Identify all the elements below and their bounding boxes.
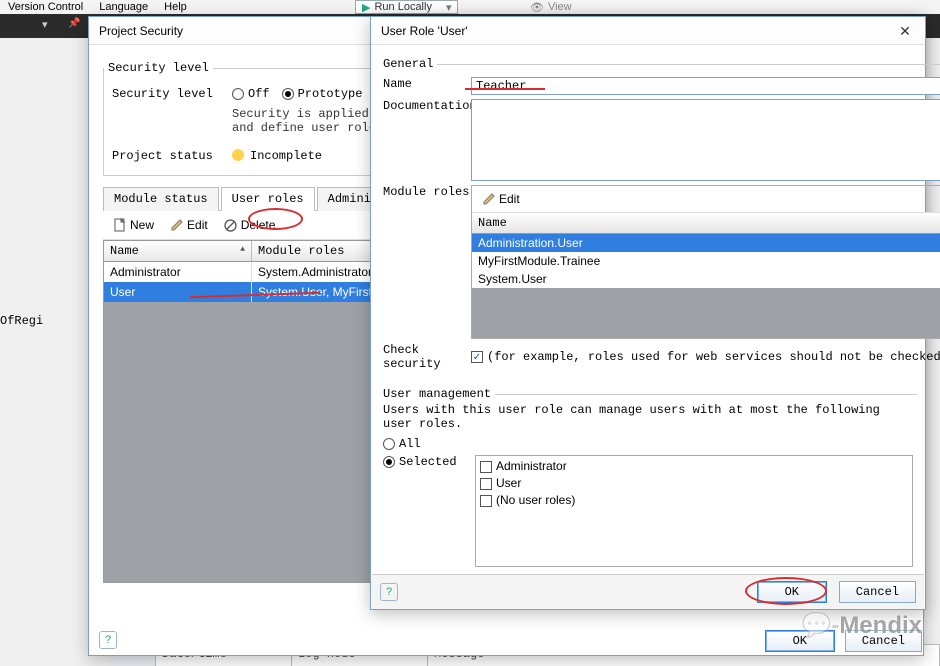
radio-all[interactable]: All (383, 437, 421, 451)
module-role-row[interactable]: Administration.User (472, 234, 940, 252)
pencil-icon (170, 218, 184, 232)
column-name[interactable]: Name (104, 241, 252, 261)
project-status-label: Project status (112, 149, 232, 163)
module-roles-label: Module roles (383, 185, 471, 199)
module-roles-edit-button[interactable]: Edit (478, 190, 940, 208)
new-button[interactable]: New (109, 216, 158, 234)
close-button[interactable]: ✕ (891, 21, 919, 41)
user-role-dialog: User Role 'User' ✕ General Name Document… (370, 16, 926, 610)
eye-icon: 👁 (530, 1, 544, 14)
chevron-down-icon[interactable]: ▾ (42, 18, 48, 31)
pin-icon[interactable]: 📌 (68, 18, 80, 29)
sidebar-fragment: OfRegi (0, 314, 43, 328)
delete-icon (224, 218, 238, 232)
role-checkbox[interactable] (480, 495, 492, 507)
security-level-label: Security level (112, 87, 232, 101)
watermark: 💬-Mendix (801, 611, 922, 640)
menu-help[interactable]: Help (164, 1, 187, 13)
menu-language[interactable]: Language (99, 1, 148, 13)
check-security-label: Check security (383, 343, 471, 371)
new-icon (113, 218, 127, 232)
check-security-checkbox[interactable] (471, 351, 483, 363)
dropdown-icon: ▾ (446, 1, 452, 14)
menu-version-control[interactable]: Version Control (8, 1, 83, 13)
pencil-icon (482, 192, 496, 206)
module-role-row[interactable]: MyFirstModule.Trainee (472, 252, 940, 270)
status-dot-icon (232, 149, 244, 161)
check-security-hint: (for example, roles used for web service… (487, 350, 940, 364)
module-roles-box: Edit Name Administration.User MyFirstMod… (471, 185, 940, 339)
general-group: General Name Documentation Module roles (379, 57, 940, 377)
role-checkbox[interactable] (480, 478, 492, 490)
tab-module-status[interactable]: Module status (103, 187, 219, 211)
documentation-input[interactable] (471, 99, 940, 181)
name-input[interactable] (471, 77, 940, 95)
user-management-group: User management Users with this user rol… (379, 387, 917, 573)
name-label: Name (383, 77, 471, 91)
documentation-label: Documentation (383, 99, 471, 113)
module-role-row[interactable]: System.User (472, 270, 940, 288)
radio-selected[interactable]: Selected (383, 455, 475, 469)
run-locally-button[interactable]: ▶ Run Locally ▾ (355, 0, 458, 14)
ok-button[interactable]: OK (757, 581, 827, 603)
view-button[interactable]: 👁 View (530, 0, 572, 14)
manageable-roles-list: Administrator User (No user roles) (475, 455, 913, 567)
help-icon[interactable]: ? (380, 583, 398, 601)
tab-user-roles[interactable]: User roles (221, 187, 315, 211)
dialog-footer: ? OK Cancel (372, 574, 924, 609)
project-status-value: Incomplete (250, 149, 322, 163)
main-menubar: Version Control Language Help (0, 0, 940, 14)
role-checkbox[interactable] (480, 461, 492, 473)
user-management-desc: Users with this user role can manage use… (383, 403, 913, 431)
user-role-title: User Role 'User' (371, 17, 925, 45)
play-icon: ▶ (362, 1, 370, 14)
edit-button[interactable]: Edit (166, 216, 212, 234)
help-icon[interactable]: ? (99, 631, 117, 649)
delete-button[interactable]: Delete (220, 216, 280, 234)
module-roles-column-name[interactable]: Name (472, 213, 940, 234)
radio-off[interactable]: Off (232, 87, 270, 101)
cancel-button[interactable]: Cancel (839, 581, 916, 603)
